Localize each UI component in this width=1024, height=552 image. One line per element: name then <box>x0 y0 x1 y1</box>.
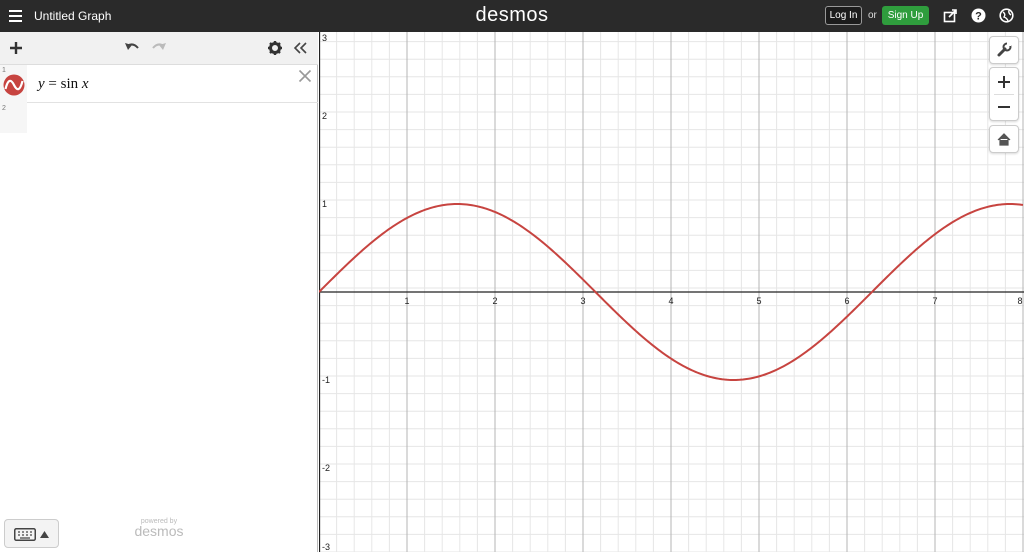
x-tick-label: 1 <box>404 296 409 306</box>
top-bar: Untitled Graph desmos Log In or Sign Up … <box>0 0 1024 32</box>
expression-gutter: 2 <box>0 103 27 133</box>
expression-number: 1 <box>2 67 6 74</box>
redo-icon[interactable] <box>151 40 167 56</box>
graph-color-icon[interactable] <box>3 74 25 96</box>
y-tick-label: 2 <box>322 111 327 121</box>
delete-expression-icon[interactable] <box>298 69 312 83</box>
globe-icon[interactable] <box>999 8 1014 23</box>
default-view-control <box>989 125 1019 153</box>
expression-func: sin <box>60 76 79 92</box>
login-button[interactable]: Log In <box>825 6 862 25</box>
x-tick-label: 2 <box>492 296 497 306</box>
x-tick-label: 4 <box>668 296 673 306</box>
help-icon[interactable]: ? <box>971 8 986 23</box>
y-tick-label: 1 <box>322 199 327 209</box>
keypad-toggle-button[interactable] <box>4 519 59 548</box>
wrench-icon[interactable] <box>990 37 1018 63</box>
expression-math[interactable]: y = sin x <box>38 76 89 93</box>
expression-row-1[interactable]: 1 y = sin x <box>0 65 318 103</box>
expression-lhs: y <box>38 76 45 92</box>
x-tick-label: 8 <box>1017 296 1022 306</box>
expression-equals: = <box>48 76 57 92</box>
expression-number: 2 <box>2 105 6 112</box>
x-tick-label: 3 <box>580 296 585 306</box>
share-icon[interactable] <box>943 8 958 23</box>
x-tick-label: 5 <box>756 296 761 306</box>
add-icon[interactable] <box>8 40 24 56</box>
graph-settings-control <box>989 36 1019 64</box>
home-icon[interactable] <box>990 126 1018 152</box>
expression-gutter: 1 <box>0 65 27 103</box>
y-tick-label: 3 <box>322 33 327 43</box>
y-tick-label: -3 <box>322 542 330 552</box>
menu-icon[interactable] <box>9 9 22 22</box>
zoom-out-icon[interactable] <box>990 95 1018 121</box>
settings-gear-icon[interactable] <box>267 40 283 56</box>
expression-arg: x <box>81 76 89 92</box>
keyboard-icon <box>14 528 36 541</box>
collapse-panel-icon[interactable] <box>292 40 308 56</box>
powered-by-desmos: powered by desmos <box>129 518 189 538</box>
y-tick-label: -1 <box>322 375 330 385</box>
powered-by-brand: desmos <box>134 523 184 539</box>
signup-button[interactable]: Sign Up <box>882 6 929 25</box>
expression-panel: 1 y = sin x 2 powered by desmos <box>0 32 318 552</box>
svg-text:?: ? <box>975 11 982 23</box>
graph-paper[interactable]: 1 2 3 4 5 6 7 8 3 2 1 -1 -2 -3 <box>319 32 1024 552</box>
caret-up-icon <box>40 531 49 538</box>
undo-icon[interactable] <box>124 40 140 56</box>
y-tick-label: -2 <box>322 463 330 473</box>
zoom-control <box>989 67 1019 121</box>
graph-canvas[interactable]: 1 2 3 4 5 6 7 8 3 2 1 -1 -2 -3 <box>319 32 1024 552</box>
or-label: or <box>868 10 877 21</box>
x-tick-label: 7 <box>932 296 937 306</box>
expression-row-2[interactable]: 2 <box>0 103 318 133</box>
expression-toolbar <box>0 32 318 65</box>
graph-title[interactable]: Untitled Graph <box>34 9 111 23</box>
zoom-in-icon[interactable] <box>990 68 1018 94</box>
x-tick-label: 6 <box>844 296 849 306</box>
